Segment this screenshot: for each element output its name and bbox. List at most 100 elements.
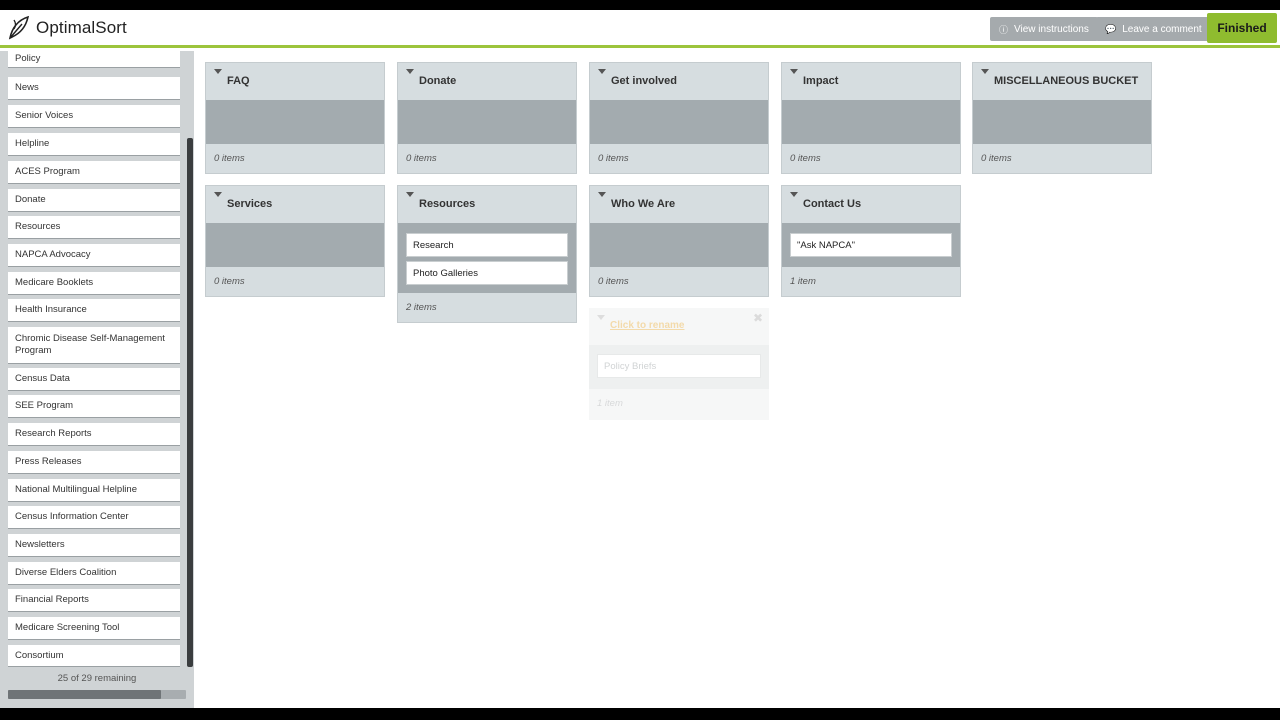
ghost-card[interactable]: Policy Briefs <box>597 354 761 378</box>
group-item-count: 1 item <box>790 276 816 287</box>
group-title[interactable]: Contact Us <box>803 198 861 210</box>
group-card[interactable]: Contact Us "Ask NAPCA" 1 item <box>781 185 961 297</box>
group-title[interactable]: Resources <box>419 198 475 210</box>
group-title[interactable]: Services <box>227 198 272 210</box>
leaf-logo-icon <box>8 15 30 40</box>
group-title[interactable]: Impact <box>803 75 838 87</box>
group-drop-area[interactable] <box>206 100 384 144</box>
group-title[interactable]: Get involved <box>611 75 677 87</box>
group-header[interactable]: FAQ <box>206 63 384 100</box>
sidebar-card[interactable]: Chromic Disease Self-Management Program <box>8 327 180 364</box>
sidebar-card[interactable]: Helpline <box>8 133 180 156</box>
sidebar-card[interactable]: NAPCA Advocacy <box>8 244 180 267</box>
group-title[interactable]: Donate <box>419 75 456 87</box>
sidebar-card[interactable]: Census Data <box>8 368 180 391</box>
progress-bar <box>8 690 186 699</box>
view-instructions-label: View instructions <box>1014 23 1089 35</box>
sidebar-card[interactable]: National Multilingual Helpline <box>8 479 180 502</box>
group-header[interactable]: Who We Are <box>590 186 768 223</box>
group-card[interactable]: MISCELLANEOUS BUCKET 0 items <box>972 62 1152 174</box>
group-title[interactable]: FAQ <box>227 75 250 87</box>
group-header[interactable]: Impact <box>782 63 960 100</box>
group-header[interactable]: Services <box>206 186 384 223</box>
sidebar-card[interactable]: Diverse Elders Coalition <box>8 562 180 585</box>
group-header[interactable]: Get involved <box>590 63 768 100</box>
group-header[interactable]: Contact Us <box>782 186 960 223</box>
group-item-count: 0 items <box>598 153 629 164</box>
group-card[interactable]: FAQ 0 items <box>205 62 385 174</box>
group-drop-area[interactable] <box>206 223 384 267</box>
group-item-count: 0 items <box>406 153 437 164</box>
logo-text: OptimalSort <box>36 18 127 37</box>
caret-down-icon[interactable] <box>790 192 798 197</box>
group-item-card[interactable]: "Ask NAPCA" <box>790 233 952 257</box>
ghost-drop-area: Policy Briefs <box>589 345 769 389</box>
sidebar-card[interactable]: Census Information Center <box>8 506 180 529</box>
info-icon: ⓘ <box>999 24 1009 35</box>
group-drop-area[interactable] <box>398 100 576 144</box>
group-card[interactable]: Impact 0 items <box>781 62 961 174</box>
caret-down-icon <box>597 315 605 320</box>
group-drop-area[interactable]: "Ask NAPCA" <box>782 223 960 267</box>
sidebar-card[interactable]: Resources <box>8 216 180 239</box>
group-header[interactable]: Resources <box>398 186 576 223</box>
group-drop-area[interactable] <box>590 223 768 267</box>
group-item-card[interactable]: Photo Galleries <box>406 261 568 285</box>
sidebar-card[interactable]: Press Releases <box>8 451 180 474</box>
group-card[interactable]: Donate 0 items <box>397 62 577 174</box>
sidebar-card[interactable]: SEE Program <box>8 395 180 418</box>
comment-icon: 💬 <box>1105 23 1117 34</box>
sidebar-card[interactable]: News <box>8 77 180 100</box>
view-instructions-button[interactable]: ⓘ View instructions <box>990 17 1098 41</box>
caret-down-icon[interactable] <box>598 69 606 74</box>
sidebar-card[interactable]: Consortium <box>8 645 180 667</box>
caret-down-icon[interactable] <box>406 69 414 74</box>
sidebar-card[interactable]: Newsletters <box>8 534 180 557</box>
scrollbar-thumb[interactable] <box>187 138 193 667</box>
caret-down-icon[interactable] <box>598 192 606 197</box>
sidebar-scrollbar[interactable] <box>186 51 194 667</box>
group-item-count: 2 items <box>406 302 437 313</box>
sidebar-card[interactable]: Senior Voices <box>8 105 180 128</box>
card-list[interactable]: Policy News Senior Voices Helpline ACES Prog… <box>0 51 186 667</box>
sidebar-card[interactable]: Health Insurance <box>8 299 180 322</box>
group-card[interactable]: Who We Are 0 items <box>589 185 769 297</box>
group-card[interactable]: Get involved 0 items <box>589 62 769 174</box>
group-card[interactable]: Resources Research Photo Galleries 2 items <box>397 185 577 323</box>
new-group-ghost[interactable]: Click to rename ✖ Policy Briefs 1 item <box>589 308 769 420</box>
group-drop-area[interactable]: Research Photo Galleries <box>398 223 576 293</box>
sidebar-card[interactable]: Medicare Booklets <box>8 272 180 295</box>
group-header[interactable]: Donate <box>398 63 576 100</box>
sidebar-card[interactable]: Medicare Screening Tool <box>8 617 180 640</box>
group-drop-area[interactable] <box>590 100 768 144</box>
group-card[interactable]: Services 0 items <box>205 185 385 297</box>
sidebar-card[interactable]: Financial Reports <box>8 589 180 612</box>
remaining-count: 25 of 29 remaining <box>57 673 137 684</box>
caret-down-icon[interactable] <box>214 192 222 197</box>
group-drop-area[interactable] <box>973 100 1151 144</box>
sidebar-card[interactable]: ACES Program <box>8 161 180 184</box>
group-item-count: 0 items <box>214 153 245 164</box>
group-title[interactable]: Who We Are <box>611 198 675 210</box>
caret-down-icon[interactable] <box>981 69 989 74</box>
caret-down-icon[interactable] <box>214 69 222 74</box>
optimalsort-app: OptimalSort ⓘ View instructions 💬 Leave … <box>0 10 1280 708</box>
group-item-count: 0 items <box>598 276 629 287</box>
rename-group-link[interactable]: Click to rename <box>610 320 684 331</box>
group-header[interactable]: MISCELLANEOUS BUCKET <box>973 63 1151 100</box>
group-title[interactable]: MISCELLANEOUS BUCKET <box>994 75 1138 87</box>
top-header: OptimalSort ⓘ View instructions 💬 Leave … <box>0 10 1280 48</box>
leave-comment-button[interactable]: 💬 Leave a comment <box>1096 17 1211 41</box>
group-item-card[interactable]: Research <box>406 233 568 257</box>
group-drop-area[interactable] <box>782 100 960 144</box>
close-icon[interactable]: ✖ <box>753 311 763 325</box>
group-item-count: 0 items <box>981 153 1012 164</box>
sidebar-card[interactable]: Donate <box>8 189 180 212</box>
sidebar-card[interactable]: Policy <box>8 51 180 68</box>
finished-button[interactable]: Finished <box>1207 13 1277 43</box>
group-item-count: 0 items <box>790 153 821 164</box>
leave-comment-label: Leave a comment <box>1122 23 1202 35</box>
caret-down-icon[interactable] <box>406 192 414 197</box>
sidebar-card[interactable]: Research Reports <box>8 423 180 446</box>
caret-down-icon[interactable] <box>790 69 798 74</box>
